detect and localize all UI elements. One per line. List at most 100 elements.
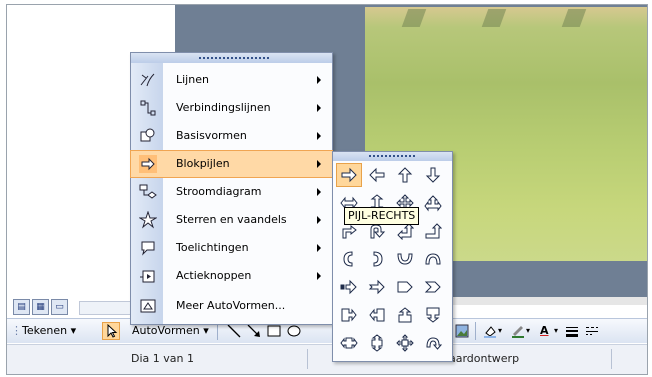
submenu-arrow-icon [317,244,321,252]
block-arrow-shape-option[interactable] [337,248,361,270]
select-objects-button[interactable] [102,322,120,340]
menu-item-flowchart[interactable]: Stroomdiagram [131,179,332,205]
basic-shapes-icon [140,128,155,142]
left-right-arrow-callout-icon [340,337,358,349]
arrow-tool-icon[interactable] [247,324,261,338]
block-arrow-shape-option[interactable] [365,164,389,186]
notched-right-arrow-icon [368,279,385,295]
block-arrow-shape-option[interactable] [421,304,445,326]
line-style-icon[interactable] [565,324,579,338]
block-arrow-shape-option[interactable] [393,304,417,326]
block-arrow-shape-option[interactable] [393,248,417,270]
submenu-arrow-icon [317,216,321,224]
submenu-arrow-icon [317,76,321,84]
dash-style-icon[interactable] [585,324,599,338]
block-arrow-shape-option[interactable] [337,304,361,326]
status-bar: Dia 1 van 1 Standaardontwerp [7,344,647,374]
submenu-arrow-icon [317,272,321,280]
normal-view-icon[interactable]: ▤ [13,299,30,315]
menu-item-label: Actieknoppen [176,269,252,282]
font-color-icon[interactable]: A [540,322,549,340]
more-autoshapes-icon [140,299,156,313]
menu-item-action-buttons[interactable]: Actieknoppen [131,263,332,289]
horizontal-scrollbar[interactable] [79,301,133,315]
block-arrow-shape-option[interactable] [365,248,389,270]
pointer-icon [107,323,118,338]
menu-item-label: Basisvormen [176,129,247,142]
block-arrow-shape-option[interactable] [393,332,417,354]
line-color-icon[interactable] [511,324,525,338]
block-arrow-shape-option[interactable] [421,220,445,242]
fence-shape [481,9,507,27]
menu-item-label: Blokpijlen [176,157,230,170]
circular-arrow-icon [426,337,442,350]
block-arrow-shape-option[interactable] [421,332,445,354]
block-arrows-submenu [332,151,453,362]
menu-drag-handle[interactable] [131,53,332,63]
block-arrow-shape-option[interactable] [365,304,389,326]
callouts-icon [141,241,155,256]
curved-down-arrow-icon [425,253,441,265]
line-color-dropdown[interactable]: ▾ [526,322,530,340]
line-tool-icon[interactable] [227,324,241,338]
menu-item-basic-shapes[interactable]: Basisvormen [131,123,332,149]
menu-item-label: Meer AutoVormen... [176,299,286,312]
block-arrow-shape-option[interactable] [336,163,362,187]
menu-item-block-arrows[interactable]: Blokpijlen [130,150,333,178]
menu-item-lines[interactable]: Lijnen [131,67,332,93]
draw-menu-button[interactable]: Tekenen ▾ [19,322,79,340]
block-arrow-shape-option[interactable] [365,276,389,298]
fill-color-dropdown[interactable]: ▾ [498,322,502,340]
lines-icon [140,73,155,87]
up-down-arrow-callout-icon [371,334,383,352]
block-arrow-shape-option[interactable] [421,192,445,214]
connectors-icon [140,100,156,116]
right-arrow-icon [341,167,357,183]
menu-item-label: Verbindingslijnen [176,101,271,114]
submenu-arrow-icon [317,188,321,196]
bent-up-arrow-icon [425,223,442,239]
block-arrow-shape-option[interactable] [393,164,417,186]
powerpoint-window: ▤ ▦ ▭ ⋮ Tekenen ▾ AutoVormen ▾ ▾ ▾ A ▾ D… [6,4,648,375]
curved-right-arrow-icon [343,251,353,267]
action-buttons-icon [140,270,155,283]
menu-item-connectors[interactable]: Verbindingslijnen [131,95,332,121]
block-arrows-icon [139,155,157,173]
font-color-dropdown[interactable]: ▾ [554,322,558,340]
stars-banners-icon [139,211,157,229]
rectangle-tool-icon[interactable] [267,324,281,338]
fill-color-icon[interactable] [483,324,497,338]
menu-item-callouts[interactable]: Toelichtingen [131,235,332,261]
chevron-arrow-icon [424,281,441,293]
block-arrow-shape-option[interactable] [421,248,445,270]
block-arrow-shape-option[interactable] [421,276,445,298]
menu-item-stars-banners[interactable]: Sterren en vaandels [131,207,332,233]
oval-tool-icon[interactable] [287,324,301,338]
menu-item-label: Stroomdiagram [176,185,262,198]
status-separator [307,349,308,369]
slide-sorter-view-icon[interactable]: ▦ [32,299,49,315]
block-arrow-shape-option[interactable] [337,332,361,354]
submenu-drag-handle[interactable] [333,152,452,161]
down-arrow-icon [425,167,441,183]
block-arrow-shape-option[interactable] [365,332,389,354]
menu-item-label: Toelichtingen [176,241,249,254]
submenu-arrow-icon [317,104,321,112]
draw-menu-label: Tekenen [22,324,68,337]
menu-item-more-autoshapes[interactable]: Meer AutoVormen... [131,293,332,319]
left-arrow-callout-icon [369,308,385,322]
slide-counter: Dia 1 van 1 [131,352,194,365]
shape-tooltip: PIJL-RECHTS [344,207,420,225]
slideshow-view-icon[interactable]: ▭ [51,299,68,315]
insert-picture-icon[interactable] [455,324,469,338]
block-arrow-shape-option[interactable] [393,276,417,298]
toolbar-separator [475,322,476,340]
curved-up-arrow-icon [397,253,413,265]
menu-item-label: Lijnen [176,73,209,86]
block-arrow-shape-option[interactable] [337,276,361,298]
up-arrow-callout-icon [398,307,412,323]
block-arrow-shape-option[interactable] [421,164,445,186]
right-arrow-callout-icon [341,308,357,322]
fence-shape [401,9,427,27]
status-separator [611,349,612,369]
